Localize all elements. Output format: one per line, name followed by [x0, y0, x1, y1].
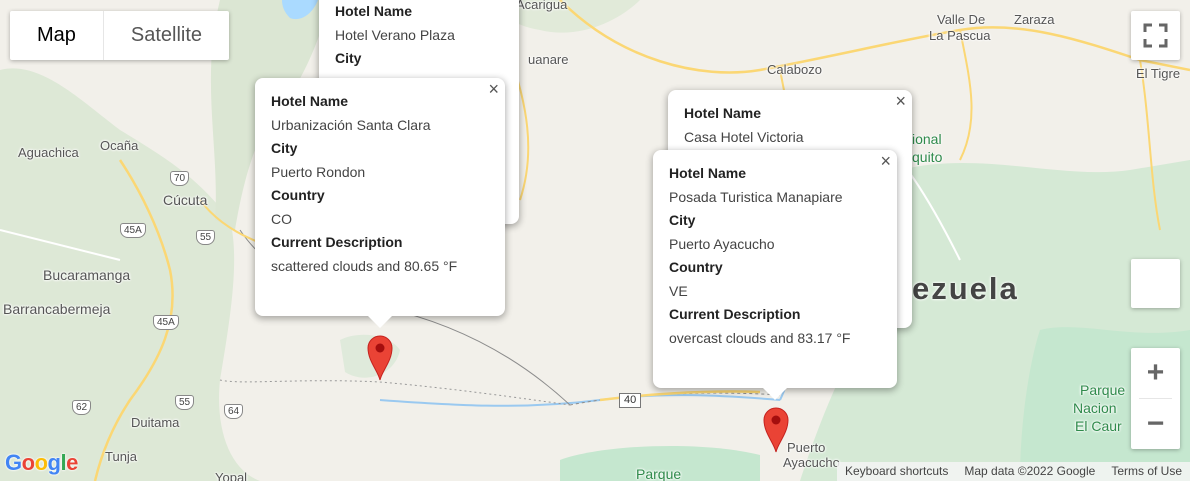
road-shield-70: 70 — [170, 171, 190, 186]
place-label-calabozo: Calabozo — [767, 62, 822, 77]
google-logo[interactable]: Google — [5, 450, 78, 476]
city-value: Puerto Ayacucho — [669, 236, 775, 252]
place-label-yopal: Yopal — [215, 470, 248, 481]
hotel-name-value: Hotel Verano Plaza — [335, 27, 455, 43]
attribution-bar: Keyboard shortcuts Map data ©2022 Google… — [836, 462, 1190, 481]
info-window-santa-clara: × Hotel Name Urbanización Santa Clara Ci… — [255, 78, 505, 328]
street-view-pegman-button[interactable] — [1131, 259, 1180, 308]
close-icon[interactable]: × — [488, 80, 499, 98]
place-label-tigre: El Tigre — [1136, 66, 1181, 81]
place-label-nacion: Nacion — [1073, 400, 1117, 416]
place-label-ayacucho: Ayacucho — [783, 455, 840, 470]
city-label: City — [669, 212, 696, 228]
country-value: VE — [669, 283, 688, 299]
place-label-ocana: Ocaña — [100, 138, 139, 153]
map-marker-icon-manapiare[interactable] — [760, 403, 792, 453]
place-label-barrancabermeja: Barrancabermeja — [3, 301, 111, 317]
info-window-manapiare: × Hotel Name Posada Turistica Manapiare … — [653, 150, 897, 400]
hotel-name-label: Hotel Name — [684, 105, 762, 121]
road-shield-45a: 45A — [120, 223, 146, 238]
hotel-name-value: Urbanización Santa Clara — [271, 117, 431, 133]
place-label-nacional-a: ional — [912, 131, 942, 147]
place-label-pascua: La Pascua — [929, 28, 991, 43]
place-label-puerto: Puerto — [787, 440, 826, 455]
terms-of-use-link[interactable]: Terms of Use — [1103, 462, 1190, 481]
map-type-map-button[interactable]: Map — [10, 11, 104, 60]
close-icon[interactable]: × — [895, 92, 906, 110]
place-label-guanare: uanare — [528, 52, 569, 67]
map-marker-icon-santa-clara[interactable] — [364, 331, 396, 381]
place-label-bucaramanga: Bucaramanga — [43, 267, 131, 283]
zoom-in-button[interactable]: + — [1131, 348, 1180, 398]
fullscreen-button[interactable] — [1131, 11, 1180, 60]
road-shield-64: 64 — [224, 404, 244, 419]
description-label: Current Description — [669, 306, 801, 322]
map-type-satellite-button[interactable]: Satellite — [104, 11, 229, 60]
country-label: Country — [271, 187, 325, 203]
place-label-duitama: Duitama — [131, 415, 180, 430]
zoom-out-button[interactable]: − — [1131, 399, 1180, 449]
description-value: scattered clouds and 80.65 °F — [271, 258, 458, 274]
close-icon[interactable]: × — [502, 0, 513, 4]
place-label-zaraza: Zaraza — [1014, 12, 1055, 27]
place-label-cucuta: Cúcuta — [163, 192, 208, 208]
map-canvas[interactable]: Acarigua uanare Calabozo Valle De La Pas… — [0, 0, 1190, 481]
country-label-venezuela: ezuela — [912, 271, 1019, 306]
road-shield-62: 62 — [72, 400, 92, 415]
place-label-acarigua: Acarigua — [516, 0, 568, 12]
keyboard-shortcuts-link[interactable]: Keyboard shortcuts — [837, 462, 956, 481]
place-label-parque: Parque — [636, 466, 682, 481]
place-label-el-cau: El Caur — [1075, 418, 1122, 434]
close-icon[interactable]: × — [880, 152, 891, 170]
map-data-text: Map data ©2022 Google — [964, 464, 1096, 478]
country-value: CO — [271, 211, 292, 227]
hotel-name-label: Hotel Name — [669, 165, 747, 181]
hotel-name-value: Casa Hotel Victoria — [684, 129, 804, 145]
road-shield-45a-2: 45A — [153, 315, 179, 330]
place-label-aguachica: Aguachica — [18, 145, 79, 160]
road-number-40: 40 — [619, 393, 642, 408]
description-label: Current Description — [271, 234, 403, 250]
city-value: Puerto Rondon — [271, 164, 366, 180]
country-label: Country — [669, 259, 723, 275]
place-label-nacional-b: quito — [912, 149, 943, 165]
description-value: overcast clouds and 83.17 °F — [669, 330, 851, 346]
place-label-tunja: Tunja — [105, 449, 138, 464]
place-label-parque-2: Parque — [1080, 382, 1126, 398]
hotel-name-label: Hotel Name — [271, 93, 349, 109]
city-label: City — [271, 140, 298, 156]
road-shield-55: 55 — [196, 230, 216, 245]
place-label-valle: Valle De — [937, 12, 986, 27]
zoom-control: + − — [1131, 348, 1180, 449]
map-type-control: Map Satellite — [10, 11, 230, 60]
hotel-name-value: Posada Turistica Manapiare — [669, 189, 843, 205]
fullscreen-icon — [1143, 23, 1168, 48]
city-label: City — [335, 50, 362, 66]
hotel-name-label: Hotel Name — [335, 3, 413, 19]
road-shield-55-b: 55 — [175, 395, 195, 410]
